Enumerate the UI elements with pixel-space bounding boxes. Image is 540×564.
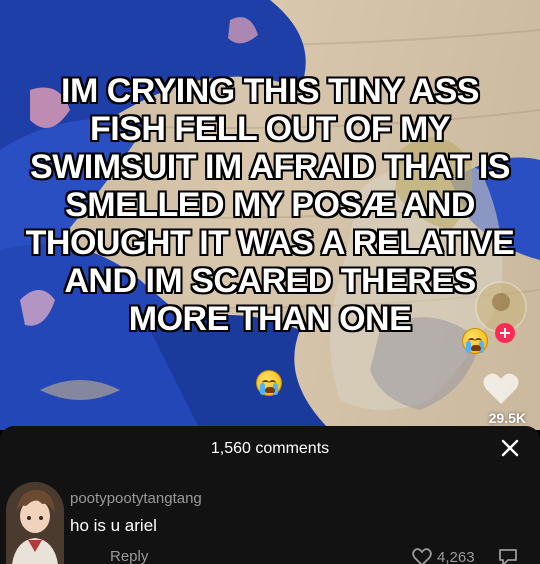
crying-emoji-icon <box>256 370 282 396</box>
heart-outline-icon[interactable] <box>412 548 432 564</box>
close-icon[interactable] <box>498 436 522 460</box>
comment-username[interactable]: pootypootytangtang <box>70 490 202 507</box>
reply-button[interactable]: Reply <box>110 548 148 564</box>
follow-plus-icon[interactable] <box>494 322 516 344</box>
video-caption: IM CRYING THIS TINY ASS FISH FELL OUT OF… <box>25 72 515 338</box>
comment-like-count: 4,263 <box>437 549 475 564</box>
dislike-icon[interactable] <box>497 548 519 564</box>
heart-icon[interactable] <box>482 372 520 406</box>
video-frame[interactable]: IM CRYING THIS TINY ASS FISH FELL OUT OF… <box>0 0 540 430</box>
comment-text: ho is u ariel <box>70 516 157 535</box>
video-like-count: 29.5K <box>488 410 526 426</box>
avatar[interactable] <box>6 482 64 564</box>
comments-count-header: 1,560 comments <box>210 440 330 457</box>
